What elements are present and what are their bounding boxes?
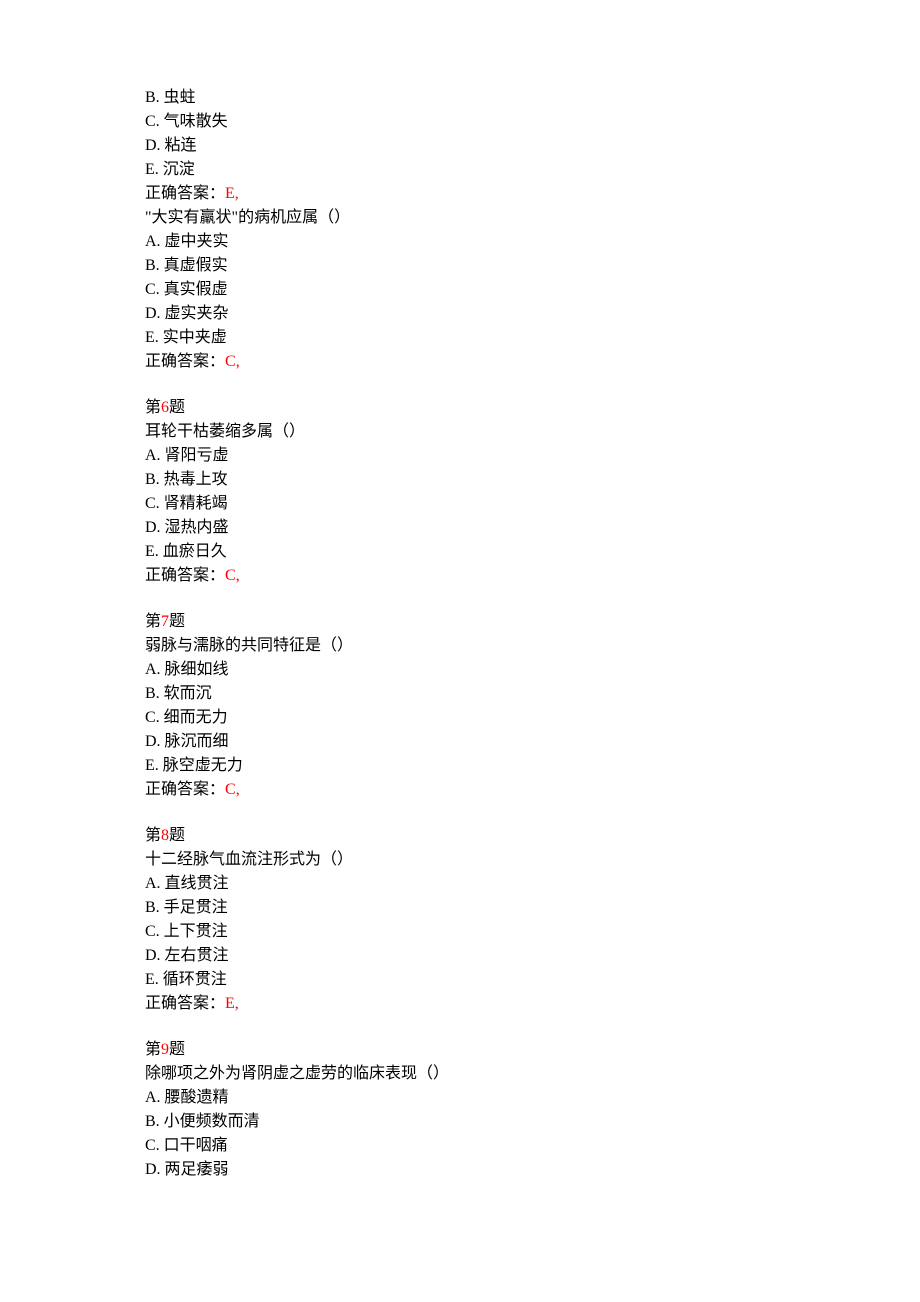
question-option: E. 循环贯注 xyxy=(145,968,775,992)
question-prefix: 第 xyxy=(145,1041,161,1058)
question-prefix: 第 xyxy=(145,827,161,844)
answer-line: 正确答案：E, xyxy=(145,992,775,1016)
question-number: 6 xyxy=(161,399,169,416)
question-prefix: 第 xyxy=(145,399,161,416)
answer-label: 正确答案： xyxy=(145,995,225,1012)
answer-line: 正确答案：C, xyxy=(145,350,775,374)
question-option: E. 实中夹虚 xyxy=(145,326,775,350)
answer-line: 正确答案：C, xyxy=(145,564,775,588)
question-option: D. 湿热内盛 xyxy=(145,516,775,540)
leading-option: D. 粘连 xyxy=(145,134,775,158)
answer-value: E, xyxy=(225,995,239,1012)
question-option: A. 腰酸遗精 xyxy=(145,1086,775,1110)
answer-value: C, xyxy=(225,781,240,798)
question-option: B. 真虚假实 xyxy=(145,254,775,278)
question-header: 第9题 xyxy=(145,1038,775,1062)
leading-option: C. 气味散失 xyxy=(145,110,775,134)
question-option: C. 肾精耗竭 xyxy=(145,492,775,516)
question-prefix: 第 xyxy=(145,613,161,630)
question-number: 8 xyxy=(161,827,169,844)
question-suffix: 题 xyxy=(169,613,185,630)
question-stem: 耳轮干枯萎缩多属（） xyxy=(145,420,775,444)
question-option: E. 血瘀日久 xyxy=(145,540,775,564)
answer-line: 正确答案：C, xyxy=(145,778,775,802)
question-option: D. 左右贯注 xyxy=(145,944,775,968)
answer-label: 正确答案： xyxy=(145,353,225,370)
question-header: 第8题 xyxy=(145,824,775,848)
answer-value: C, xyxy=(225,353,240,370)
question-option: B. 热毒上攻 xyxy=(145,468,775,492)
question-option: B. 小便频数而清 xyxy=(145,1110,775,1134)
document-page: B. 虫蛀 C. 气味散失 D. 粘连 E. 沉淀 正确答案：E, "大实有羸状… xyxy=(0,0,920,1302)
question-option: B. 软而沉 xyxy=(145,682,775,706)
question-suffix: 题 xyxy=(169,399,185,416)
question-stem: "大实有羸状"的病机应属（） xyxy=(145,206,775,230)
question-suffix: 题 xyxy=(169,1041,185,1058)
question-header: 第7题 xyxy=(145,610,775,634)
question-option: A. 直线贯注 xyxy=(145,872,775,896)
question-number: 9 xyxy=(161,1041,169,1058)
question-option: C. 上下贯注 xyxy=(145,920,775,944)
question-stem: 十二经脉气血流注形式为（） xyxy=(145,848,775,872)
question-option: A. 肾阳亏虚 xyxy=(145,444,775,468)
question-suffix: 题 xyxy=(169,827,185,844)
answer-value: C, xyxy=(225,567,240,584)
question-number: 7 xyxy=(161,613,169,630)
question-option: C. 口干咽痛 xyxy=(145,1134,775,1158)
question-option: C. 真实假虚 xyxy=(145,278,775,302)
question-option: A. 脉细如线 xyxy=(145,658,775,682)
question-option: D. 脉沉而细 xyxy=(145,730,775,754)
leading-option: B. 虫蛀 xyxy=(145,86,775,110)
question-option: E. 脉空虚无力 xyxy=(145,754,775,778)
question-option: C. 细而无力 xyxy=(145,706,775,730)
leading-option: E. 沉淀 xyxy=(145,158,775,182)
question-header: 第6题 xyxy=(145,396,775,420)
question-option: B. 手足贯注 xyxy=(145,896,775,920)
question-option: A. 虚中夹实 xyxy=(145,230,775,254)
question-stem: 弱脉与濡脉的共同特征是（） xyxy=(145,634,775,658)
answer-label: 正确答案： xyxy=(145,781,225,798)
answer-line: 正确答案：E, xyxy=(145,182,775,206)
question-option: D. 两足痿弱 xyxy=(145,1158,775,1182)
question-stem: 除哪项之外为肾阴虚之虚劳的临床表现（） xyxy=(145,1062,775,1086)
question-option: D. 虚实夹杂 xyxy=(145,302,775,326)
answer-label: 正确答案： xyxy=(145,567,225,584)
answer-label: 正确答案： xyxy=(145,185,225,202)
answer-value: E, xyxy=(225,185,239,202)
